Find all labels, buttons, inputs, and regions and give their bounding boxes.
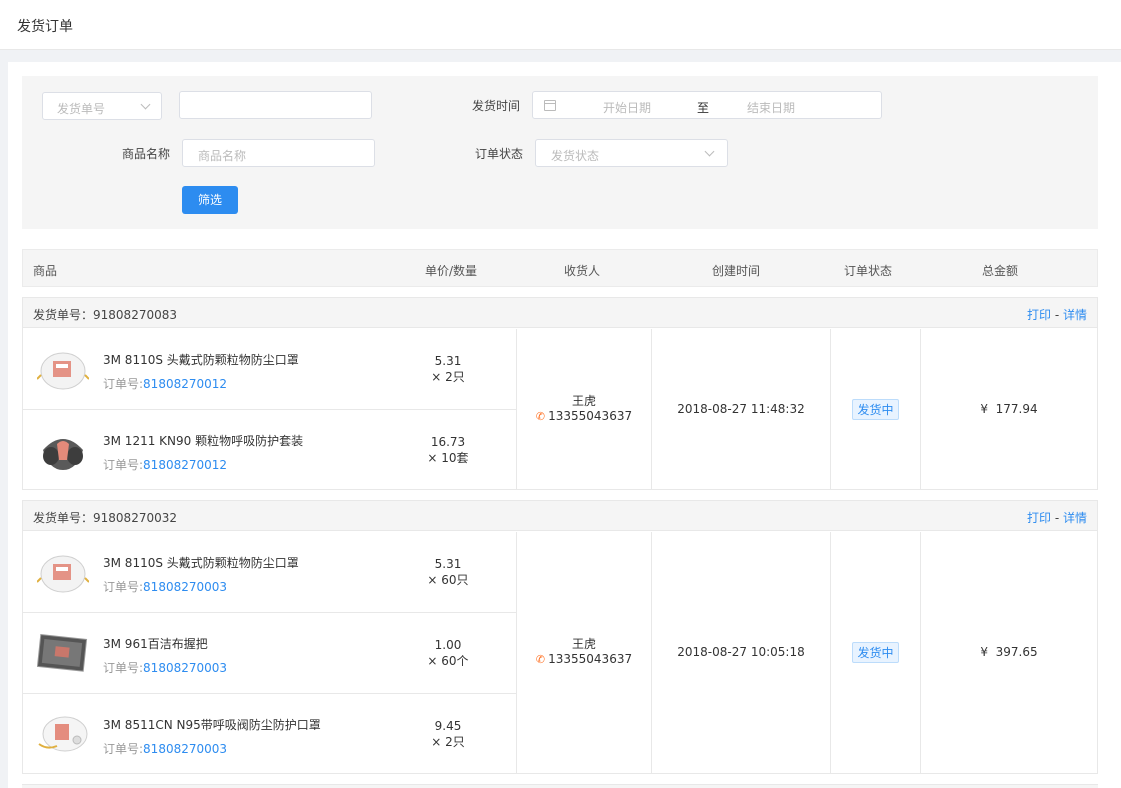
filter-button[interactable]: 筛选 <box>182 186 238 214</box>
col-header-total: 总金额 <box>982 264 1019 278</box>
print-link[interactable]: 打印 <box>1027 511 1051 525</box>
page-title: 发货订单 <box>17 19 73 35</box>
shipment-actions: 打印 - 详情 <box>1027 306 1087 323</box>
mask-valve-thumbnail <box>38 716 88 752</box>
list-item: 3M 8511CN N95带呼吸阀防尘防护口罩 订单号:81808270003 … <box>23 694 516 775</box>
product-name-placeholder: 商品名称 <box>198 149 247 163</box>
col-header-created: 创建时间 <box>712 264 761 278</box>
order-number: 订单号:81808270012 <box>103 377 228 391</box>
price-qty: 5.31 × 60只 <box>427 557 469 587</box>
calendar-icon <box>544 100 556 111</box>
col-header-price-qty: 单价/数量 <box>425 264 478 278</box>
date-start-input[interactable]: 开始日期 <box>603 99 651 116</box>
col-header-receiver: 收货人 <box>564 264 601 278</box>
phone-icon: ✆ <box>535 653 546 666</box>
order-number-link[interactable]: 81808270012 <box>143 458 227 472</box>
order-number-link[interactable]: 81808270012 <box>143 377 227 391</box>
product-name[interactable]: 3M 8110S 头戴式防颗粒物防尘口罩 <box>103 554 299 571</box>
print-link[interactable]: 打印 <box>1027 308 1051 322</box>
status-badge: 发货中 <box>852 399 899 420</box>
action-separator: - <box>1054 511 1060 525</box>
list-item: 3M 8110S 头戴式防颗粒物防尘口罩 订单号:81808270003 5.3… <box>23 532 516 613</box>
price-qty: 1.00 × 60个 <box>427 638 469 668</box>
product-name[interactable]: 3M 961百洁布握把 <box>103 635 208 652</box>
mask-white-thumbnail <box>37 555 89 593</box>
date-range-picker[interactable]: 开始日期 至 结束日期 <box>532 91 882 119</box>
phone-icon: ✆ <box>535 410 546 423</box>
order-number: 订单号:81808270012 <box>103 458 228 472</box>
receiver-name: 王虎 <box>571 394 596 408</box>
list-item: 3M 8110S 头戴式防颗粒物防尘口罩 订单号:81808270012 5.3… <box>23 329 516 410</box>
content-panel: 发货单号 发货时间 开始日期 至 结束日期 商品名称 商品名称 订单状态 发货状… <box>8 62 1121 788</box>
respirator-thumbnail <box>43 439 83 470</box>
shipment-header: 发货单号：91808270083 打印 - 详情 <box>23 298 1097 328</box>
order-number-link[interactable]: 81808270003 <box>143 580 227 594</box>
ship-time-label: 发货时间 <box>472 99 521 113</box>
product-name[interactable]: 3M 1211 KN90 颗粒物呼吸防护套装 <box>103 432 303 449</box>
receiver-name: 王虎 <box>571 637 596 651</box>
product-name[interactable]: 3M 8110S 头戴式防颗粒物防尘口罩 <box>103 351 299 368</box>
chevron-down-icon <box>140 99 151 110</box>
list-item: 3M 961百洁布握把 订单号:81808270003 1.00 × 60个 <box>23 613 516 694</box>
date-end-input[interactable]: 结束日期 <box>747 99 795 116</box>
search-field-select[interactable]: 发货单号 <box>42 92 162 120</box>
order-number-link[interactable]: 81808270003 <box>143 661 227 675</box>
order-number: 订单号:81808270003 <box>103 742 228 756</box>
product-name-label: 商品名称 <box>122 147 171 161</box>
col-header-product: 商品 <box>33 264 58 278</box>
status-cell: 发货中 <box>831 642 920 663</box>
receiver-cell: 王虎 ✆ 13355043637 <box>517 394 651 424</box>
order-number: 订单号:81808270003 <box>103 580 228 594</box>
shipment-number: 发货单号：91808270032 <box>33 511 177 525</box>
shipment-header: 发货单号：91808270032 打印 - 详情 <box>23 501 1097 531</box>
price-qty: 16.73 × 10套 <box>427 435 469 465</box>
page-header: 发货订单 <box>0 0 1121 50</box>
status-cell: 发货中 <box>831 399 920 420</box>
price-qty: 9.45 × 2只 <box>431 719 465 749</box>
detail-link[interactable]: 详情 <box>1063 511 1087 525</box>
total-amount: ¥ 397.65 <box>980 645 1038 659</box>
order-status-select-value: 发货状态 <box>551 149 600 163</box>
shipment-actions: 打印 - 详情 <box>1027 509 1087 526</box>
created-time: 2018-08-27 10:05:18 <box>677 645 805 659</box>
total-amount: ¥ 177.94 <box>980 402 1038 416</box>
table-header: 商品 单价/数量 收货人 创建时间 订单状态 总金额 <box>22 249 1098 287</box>
shipment-group: 发货单号：91808270083 打印 - 详情 3M 8110S 头戴式防颗粒… <box>22 297 1098 490</box>
shipment-group: 发货单号：91808270032 打印 - 详情 3M 8110S 头戴式防颗粒… <box>22 500 1098 774</box>
order-number: 订单号:81808270003 <box>103 661 228 675</box>
list-item: 3M 1211 KN90 颗粒物呼吸防护套装 订单号:81808270012 1… <box>23 410 516 491</box>
next-shipment-edge <box>22 784 1098 788</box>
filter-panel: 发货单号 发货时间 开始日期 至 结束日期 商品名称 商品名称 订单状态 发货状… <box>22 76 1098 229</box>
order-status-select[interactable]: 发货状态 <box>535 139 728 167</box>
status-badge: 发货中 <box>852 642 899 663</box>
order-number-link[interactable]: 81808270003 <box>143 742 227 756</box>
receiver-cell: 王虎 ✆ 13355043637 <box>517 637 651 667</box>
receiver-phone: 13355043637 <box>548 652 633 666</box>
product-name-input[interactable]: 商品名称 <box>182 139 375 167</box>
action-separator: - <box>1054 308 1060 322</box>
order-status-label: 订单状态 <box>475 147 524 161</box>
receiver-phone: 13355043637 <box>548 409 633 423</box>
created-time: 2018-08-27 11:48:32 <box>677 402 805 416</box>
search-field-select-value: 发货单号 <box>57 102 106 116</box>
price-qty: 5.31 × 2只 <box>431 354 465 384</box>
scrub-pad-thumbnail <box>37 634 88 672</box>
chevron-down-icon <box>704 146 715 157</box>
mask-white-thumbnail <box>37 352 89 390</box>
product-name[interactable]: 3M 8511CN N95带呼吸阀防尘防护口罩 <box>103 716 321 733</box>
detail-link[interactable]: 详情 <box>1063 308 1087 322</box>
keyword-input[interactable] <box>179 91 372 119</box>
shipment-number: 发货单号：91808270083 <box>33 308 177 322</box>
col-header-status: 订单状态 <box>844 264 893 278</box>
date-range-separator: 至 <box>697 101 710 115</box>
